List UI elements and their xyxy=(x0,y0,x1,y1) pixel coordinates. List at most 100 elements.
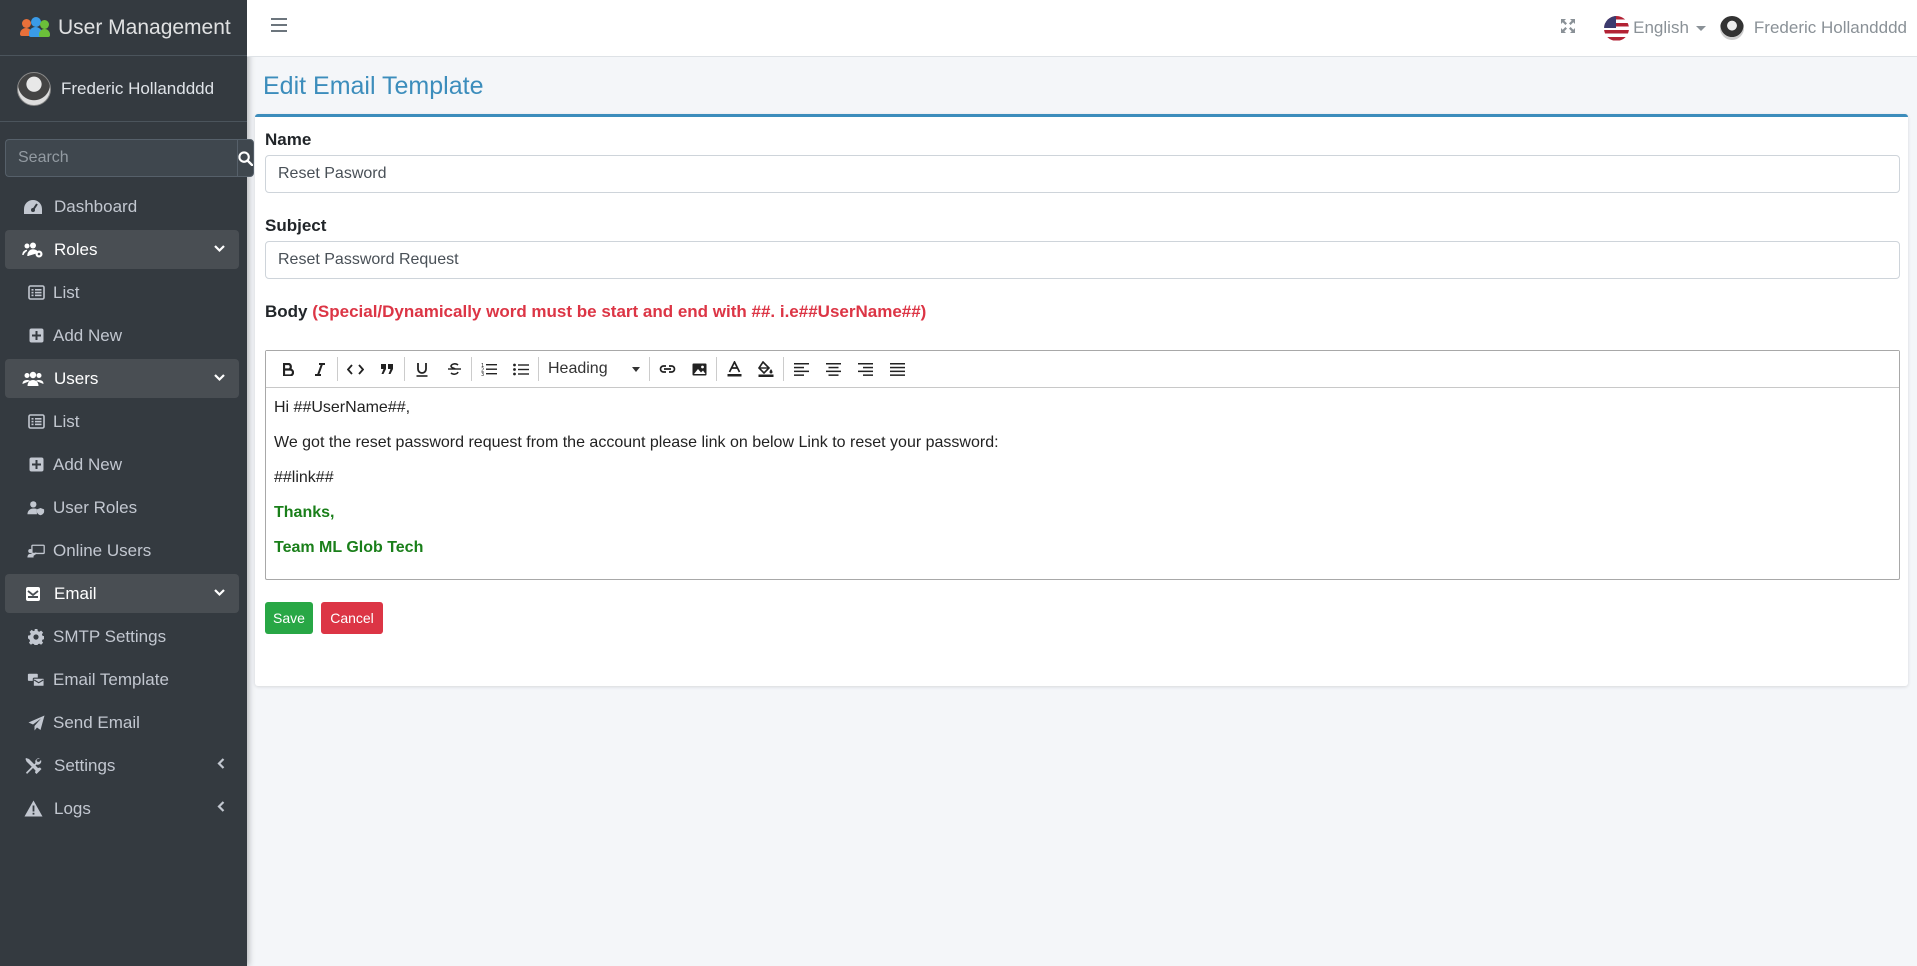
list-alt-icon xyxy=(27,284,45,302)
sidebar-item-label: Users xyxy=(54,368,99,388)
tachometer-icon xyxy=(22,198,44,216)
sidebar-item-label: Add New xyxy=(53,454,122,474)
sidebar-item-logs[interactable]: Logs xyxy=(5,789,239,828)
caret-down-icon xyxy=(632,366,640,372)
user-panel[interactable]: Frederic Hollandddd xyxy=(0,56,247,122)
sidebar: User Management Frederic Hollandddd Dash… xyxy=(0,0,254,966)
image-icon xyxy=(692,363,706,375)
sidebar-item-roles[interactable]: Roles xyxy=(5,230,239,269)
sidebar-item-roles-list[interactable]: List xyxy=(5,273,239,312)
quote-icon xyxy=(380,363,393,374)
sidebar-item-label: Logs xyxy=(54,798,91,818)
email-template-form: Name Reset Pasword Subject Reset Passwor… xyxy=(255,114,1908,686)
sidebar-item-settings[interactable]: Settings xyxy=(5,746,239,785)
align-center-button[interactable] xyxy=(817,355,849,383)
sidebar-item-email-template[interactable]: Email Template xyxy=(5,660,239,699)
strikethrough-icon xyxy=(447,363,461,375)
sidebar-item-label: SMTP Settings xyxy=(53,626,167,646)
top-navbar-right: English Frederic Hollandddd xyxy=(1560,0,1907,56)
sidebar-item-label: Add New xyxy=(53,325,122,345)
chevron-left-icon xyxy=(217,758,225,772)
justify-button[interactable] xyxy=(881,355,913,383)
body-label-row: Body (Special/Dynamically word must be s… xyxy=(265,302,926,322)
body-line: We got the reset password request from t… xyxy=(274,434,999,451)
chevron-down-icon xyxy=(214,371,225,385)
blockquote-button[interactable] xyxy=(371,355,403,383)
toolbar-divider xyxy=(538,357,539,381)
sidebar-item-users-list[interactable]: List xyxy=(5,402,239,441)
sidebar-item-email[interactable]: Email xyxy=(5,574,239,613)
chevron-left-icon xyxy=(217,801,225,815)
bullet-list-button[interactable] xyxy=(505,355,537,383)
bullet-list-icon xyxy=(513,363,529,375)
sidebar-item-dashboard[interactable]: Dashboard xyxy=(5,187,239,226)
sidebar-item-online-users[interactable]: Online Users xyxy=(5,531,239,570)
italic-button[interactable] xyxy=(304,355,336,383)
menu-toggle-icon[interactable] xyxy=(271,18,287,32)
align-left-button[interactable] xyxy=(785,355,817,383)
sidebar-item-users-add-new[interactable]: Add New xyxy=(5,445,239,484)
sidebar-item-label: Roles xyxy=(54,239,98,259)
mail-bulk-icon xyxy=(27,671,45,689)
avatar[interactable] xyxy=(1719,16,1744,40)
align-right-button[interactable] xyxy=(849,355,881,383)
editor-toolbar: 123 Heading xyxy=(266,351,1899,388)
sidebar-item-label: List xyxy=(53,282,80,302)
code-button[interactable] xyxy=(339,355,371,383)
chalkboard-teacher-icon xyxy=(27,542,45,560)
link-button[interactable] xyxy=(651,355,683,383)
heading-select[interactable]: Heading xyxy=(540,355,648,383)
name-label: Name xyxy=(265,130,312,149)
bold-button[interactable] xyxy=(272,355,304,383)
font-color-button[interactable] xyxy=(718,355,750,383)
svg-text:3: 3 xyxy=(481,372,484,376)
underline-button[interactable] xyxy=(406,355,438,383)
fullscreen-icon[interactable] xyxy=(1560,18,1576,39)
user-panel-name[interactable]: Frederic Hollandddd xyxy=(61,79,214,99)
ordered-list-button[interactable]: 123 xyxy=(473,355,505,383)
sidebar-item-roles-add-new[interactable]: Add New xyxy=(5,316,239,355)
users-cog-icon xyxy=(22,241,44,259)
code-icon xyxy=(346,363,364,375)
image-button[interactable] xyxy=(683,355,715,383)
strikethrough-button[interactable] xyxy=(438,355,470,383)
brand[interactable]: User Management xyxy=(0,0,247,56)
sidebar-item-smtp-settings[interactable]: SMTP Settings xyxy=(5,617,239,656)
align-left-icon xyxy=(793,362,809,376)
align-center-icon xyxy=(825,362,841,376)
user-shield-icon xyxy=(27,499,45,517)
body-line: Hi ##UserName##, xyxy=(274,399,411,416)
subject-input[interactable]: Reset Password Request xyxy=(265,241,1900,279)
background-color-button[interactable] xyxy=(750,355,782,383)
search-input[interactable] xyxy=(5,139,237,177)
font-color-icon xyxy=(727,361,741,377)
toolbar-divider xyxy=(337,357,338,381)
body-hint: (Special/Dynamically word must be start … xyxy=(312,302,927,321)
sidebar-item-users[interactable]: Users xyxy=(5,359,239,398)
subject-label: Subject xyxy=(265,216,327,235)
name-input[interactable]: Reset Pasword xyxy=(265,155,1900,193)
align-right-icon xyxy=(857,362,873,376)
toolbar-divider xyxy=(716,357,717,381)
ordered-list-icon: 123 xyxy=(481,363,497,376)
body-line: ##link## xyxy=(274,469,334,486)
justify-icon xyxy=(889,362,905,376)
sidebar-item-user-roles[interactable]: User Roles xyxy=(5,488,239,527)
italic-icon xyxy=(315,362,325,376)
user-menu[interactable]: Frederic Hollandddd xyxy=(1754,18,1907,38)
language-dropdown[interactable]: English xyxy=(1633,18,1689,38)
save-button[interactable]: Save xyxy=(265,602,313,634)
cancel-button[interactable]: Cancel xyxy=(321,602,383,634)
avatar xyxy=(17,71,51,106)
top-navbar: English Frederic Hollandddd xyxy=(247,0,1917,57)
sidebar-item-label: Email Template xyxy=(53,669,169,689)
body-label: Body xyxy=(265,302,308,321)
paint-bucket-icon xyxy=(758,361,774,377)
mail-bulk-icon xyxy=(22,585,44,603)
bold-icon xyxy=(282,362,294,376)
warning-icon xyxy=(22,800,44,818)
toolbar-divider xyxy=(404,357,405,381)
editor-content[interactable]: Hi ##UserName##, We got the reset passwo… xyxy=(266,388,1899,583)
sidebar-item-send-email[interactable]: Send Email xyxy=(5,703,239,742)
sidebar-item-label: Dashboard xyxy=(54,196,138,216)
